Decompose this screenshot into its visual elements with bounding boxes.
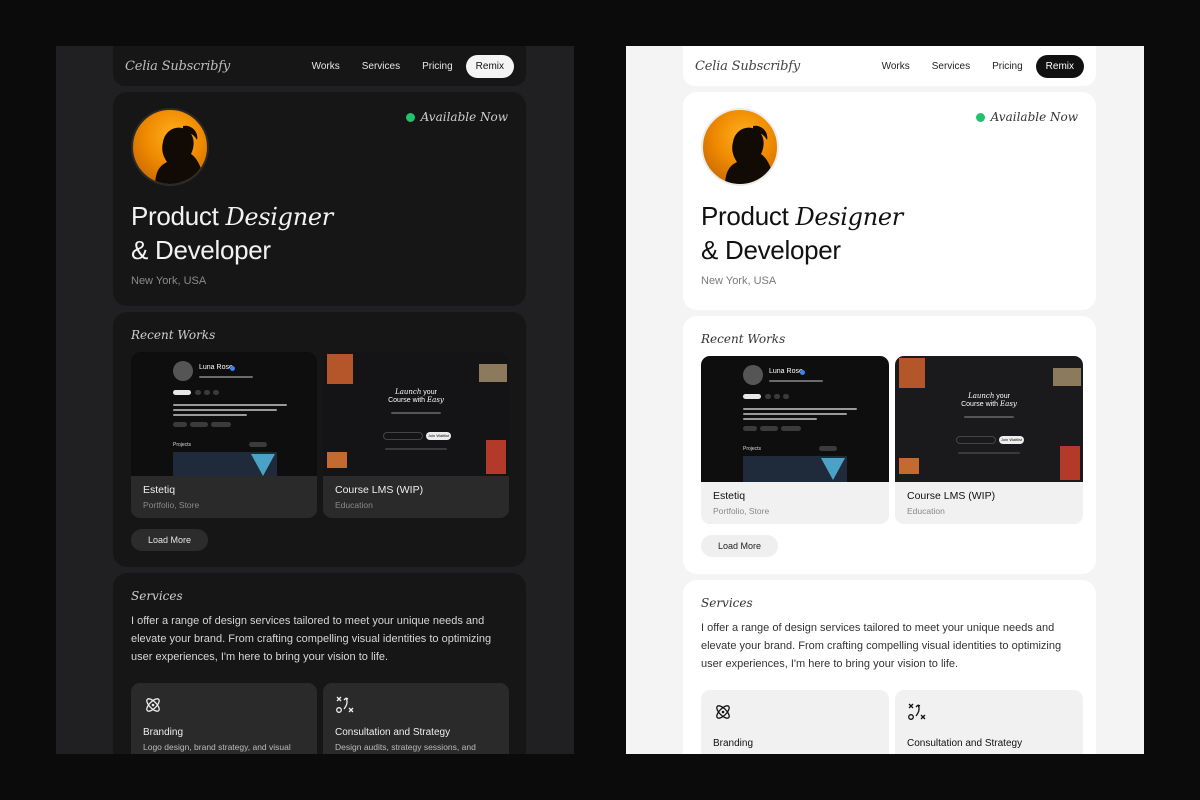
service-card-consultation[interactable]: Consultation and Strategy	[895, 690, 1083, 754]
work-title: Course LMS (WIP)	[907, 490, 996, 502]
work-subtitle: Portfolio, Store	[713, 506, 770, 516]
avatar	[131, 108, 209, 186]
status-dot-icon	[975, 112, 985, 122]
work-thumbnail: Luna Rose Projects	[701, 356, 889, 482]
navbar: Celia Subscribfy Works Services Pricing …	[113, 46, 526, 86]
remix-button[interactable]: Remix	[465, 54, 514, 78]
work-card-course-lms[interactable]: Launch your Course with Easy Join Waitli…	[895, 356, 1083, 524]
availability-badge: Available Now	[405, 110, 508, 124]
light-mode-preview: Celia Subscribfy Works Services Pricing …	[626, 46, 1144, 754]
verified-icon	[230, 366, 235, 371]
dark-mode-preview: Celia Subscribfy Works Services Pricing …	[56, 46, 574, 754]
work-card-estetiq[interactable]: Luna Rose Projects Estetiq Portfolio, St…	[701, 356, 889, 524]
work-title: Estetiq	[143, 484, 176, 496]
work-thumbnail: Luna Rose Projects	[131, 352, 317, 476]
section-title: Services	[131, 589, 183, 603]
nav-pricing[interactable]: Pricing	[413, 55, 462, 78]
strategy-icon	[336, 696, 354, 713]
avatar	[701, 108, 779, 186]
service-card-branding[interactable]: Branding Logo design, brand strategy, an…	[131, 683, 317, 754]
section-title: Recent Works	[131, 328, 216, 342]
location-text: New York, USA	[131, 275, 207, 287]
status-dot-icon	[405, 112, 415, 122]
services-description: I offer a range of design services tailo…	[701, 622, 1062, 670]
service-card-consultation[interactable]: Consultation and Strategy Design audits,…	[323, 683, 509, 754]
atom-icon	[716, 705, 730, 719]
page-title: Product Designer & Developer	[131, 201, 333, 265]
work-thumbnail: Launch your Course with Easy Join Waitli…	[895, 356, 1083, 482]
nav-links: Works Services Pricing Remix	[873, 54, 1084, 78]
nav-pricing[interactable]: Pricing	[983, 55, 1032, 78]
brand-logo[interactable]: Celia Subscribfy	[695, 59, 800, 74]
work-subtitle: Portfolio, Store	[143, 500, 200, 510]
load-more-button[interactable]: Load More	[701, 535, 779, 557]
strategy-icon	[908, 703, 926, 720]
verified-icon	[800, 370, 805, 375]
work-thumbnail: Launch your Course with Easy Join Waitli…	[323, 352, 509, 476]
remix-button[interactable]: Remix	[1035, 54, 1084, 78]
work-subtitle: Education	[907, 506, 945, 516]
recent-works-section: Recent Works Luna Rose Projects Estetiq …	[683, 316, 1096, 574]
work-subtitle: Education	[335, 500, 373, 510]
nav-links: Works Services Pricing Remix	[303, 54, 514, 78]
nav-works[interactable]: Works	[873, 55, 919, 78]
section-title: Recent Works	[701, 332, 786, 346]
nav-services[interactable]: Services	[353, 55, 409, 78]
hero-card: Available Now Product Designer & Develop…	[683, 92, 1096, 310]
atom-icon	[146, 698, 160, 712]
nav-works[interactable]: Works	[303, 55, 349, 78]
recent-works-section: Recent Works Luna Rose Projects Estetiq …	[113, 312, 526, 567]
availability-badge: Available Now	[975, 110, 1078, 124]
availability-text: Available Now	[990, 110, 1078, 124]
service-card-branding[interactable]: Branding	[701, 690, 889, 754]
brand-logo[interactable]: Celia Subscribfy	[125, 59, 230, 74]
work-card-estetiq[interactable]: Luna Rose Projects Estetiq Portfolio, St…	[131, 352, 317, 518]
hero-card: Available Now Product Designer & Develop…	[113, 92, 526, 306]
work-title: Estetiq	[713, 490, 746, 502]
services-section: Services I offer a range of design servi…	[683, 580, 1096, 754]
section-title: Services	[701, 596, 753, 610]
services-section: Services I offer a range of design servi…	[113, 573, 526, 754]
page-title: Product Designer & Developer	[701, 201, 903, 265]
location-text: New York, USA	[701, 275, 777, 287]
work-title: Course LMS (WIP)	[335, 484, 424, 496]
navbar: Celia Subscribfy Works Services Pricing …	[683, 46, 1096, 86]
load-more-button[interactable]: Load More	[131, 529, 209, 551]
work-card-course-lms[interactable]: Launch your Course with Easy Join Waitli…	[323, 352, 509, 518]
nav-services[interactable]: Services	[923, 55, 979, 78]
availability-text: Available Now	[420, 110, 508, 124]
services-description: I offer a range of design services tailo…	[131, 615, 492, 663]
